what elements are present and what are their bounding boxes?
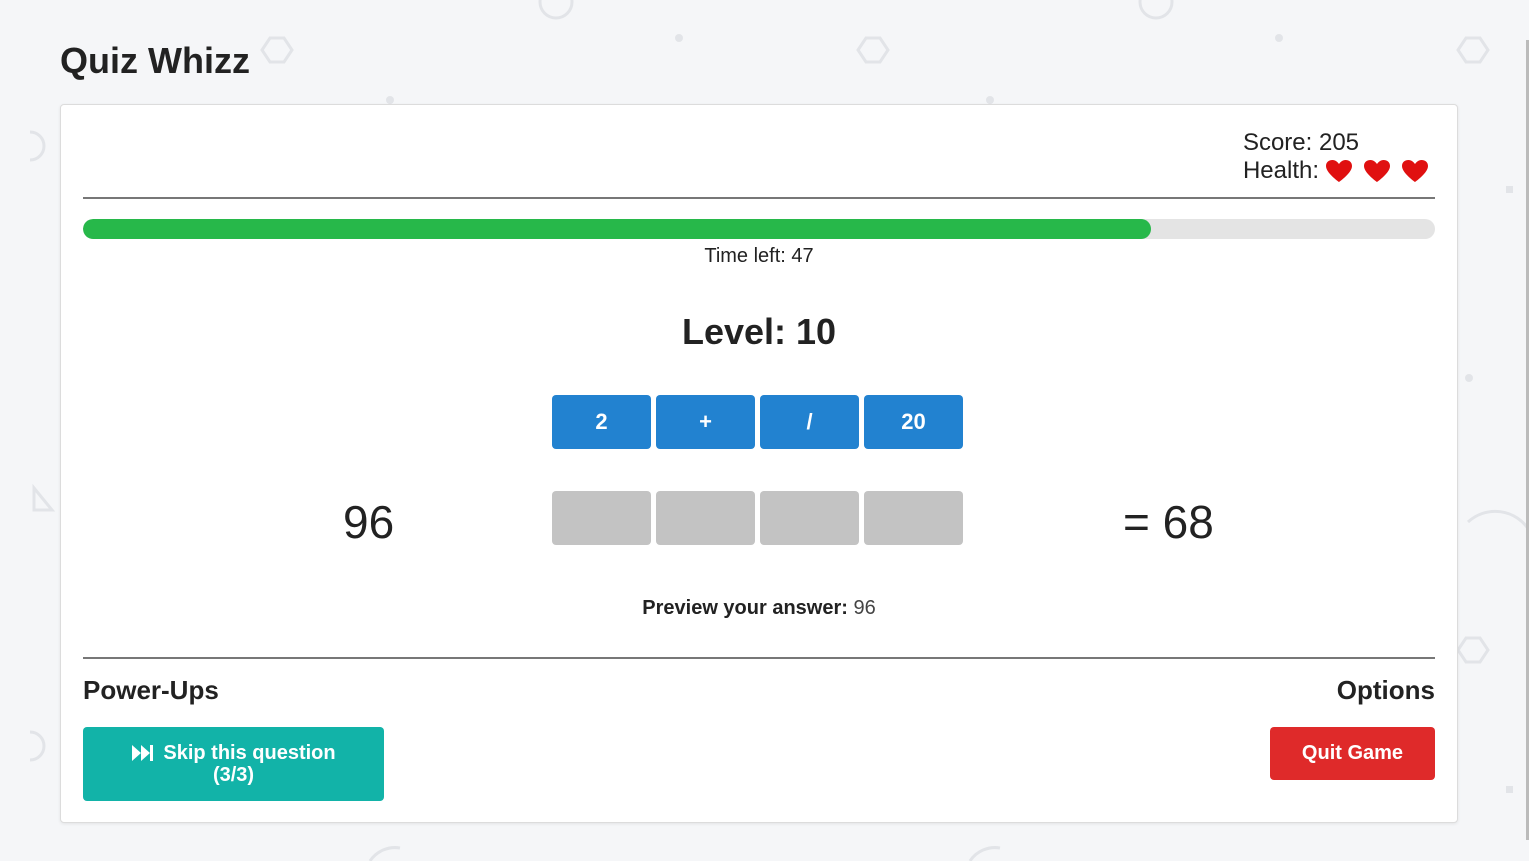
heart-icon [1364,160,1390,182]
skip-button-count: (3/3) [212,764,255,786]
powerups-heading: Power-Ups [83,675,219,705]
answer-slot[interactable] [656,491,755,545]
stats-panel: Score: 205 Health: [1243,129,1429,185]
health-label: Health: [1242,157,1319,184]
answer-slot[interactable] [552,491,651,545]
start-number: 96 [343,496,395,548]
game-card: Score: 205 Health: Time left: 47 Level: … [60,104,1458,823]
operation-tiles: 2 +/20 [552,395,963,449]
answer-slot[interactable] [864,491,963,545]
health-hearts [1325,159,1429,183]
answer-slot[interactable] [760,491,859,545]
heart-icon [1326,160,1352,182]
quit-game-button[interactable]: Quit Game [1270,727,1435,780]
score-text: Score: 205 [1242,129,1360,156]
skip-question-button[interactable]: Skip this question (3/3) [83,727,384,801]
time-progress-fill [83,219,1152,239]
health-row: Health: [1243,157,1429,185]
time-left-text: Time left: 47 [704,245,814,267]
answer-preview: Preview your answer: 96 [61,597,1457,620]
bottom-divider [83,657,1435,659]
top-divider [83,197,1435,199]
fast-forward-icon [132,745,154,761]
operation-tile[interactable]: / [760,395,859,449]
page-title: Quiz Whizz [60,40,250,81]
skip-button-label: Skip this question [163,742,336,764]
heart-icon [1402,160,1428,182]
operation-tile[interactable]: + [656,395,755,449]
skip-button-line: Skip this question [131,742,336,764]
time-progress-bar [83,219,1435,239]
operation-tile[interactable]: 2 [552,395,651,449]
options-heading: Options [1336,675,1435,705]
target-number: = 68 [1123,496,1214,548]
preview-value: 96 [853,597,876,619]
operation-tile[interactable]: 20 [864,395,963,449]
level-heading: Level: 10 [681,311,837,352]
answer-slots [552,491,963,545]
preview-label: Preview your answer: [642,597,848,619]
